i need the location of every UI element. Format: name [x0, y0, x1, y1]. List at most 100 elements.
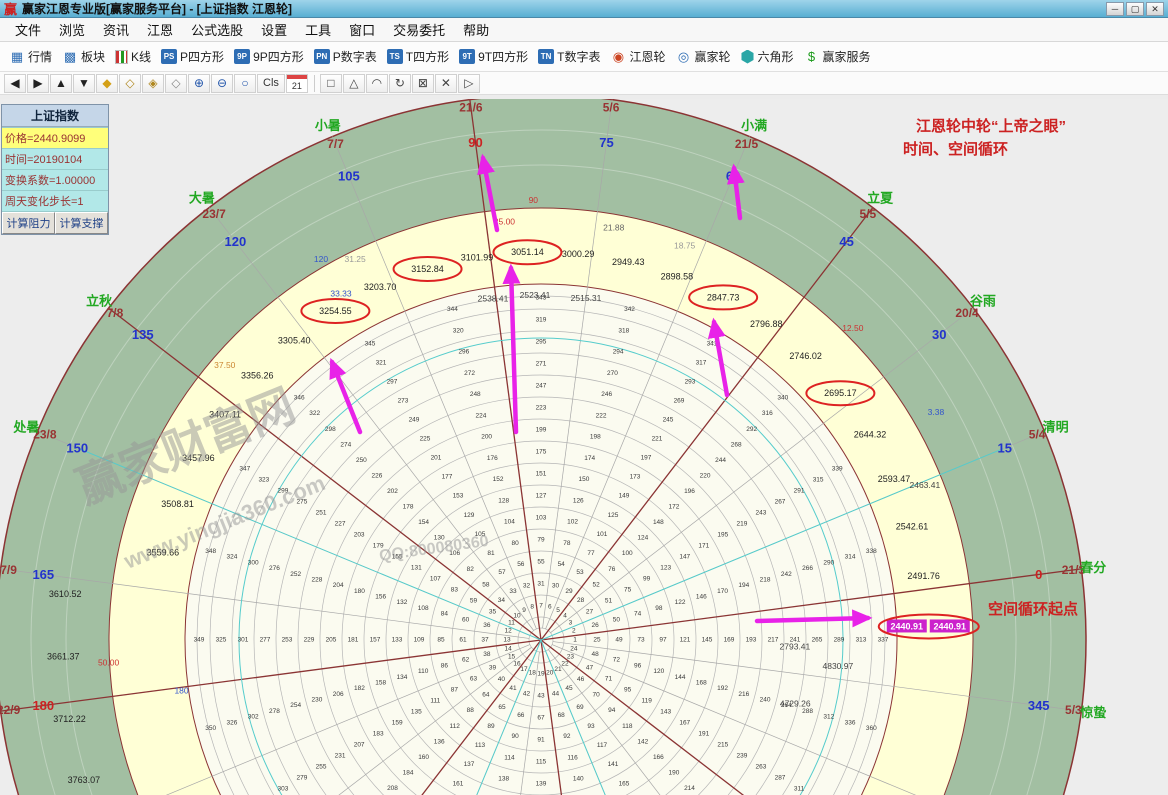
- svg-text:321: 321: [376, 359, 387, 366]
- svg-text:2515.31: 2515.31: [571, 293, 602, 303]
- menu-trade-order[interactable]: 交易委托: [384, 17, 454, 42]
- svg-text:72: 72: [613, 657, 621, 664]
- svg-text:28: 28: [577, 597, 585, 604]
- menu-file[interactable]: 文件: [6, 17, 50, 42]
- toolbar-item-sectors[interactable]: ▩板块: [57, 45, 110, 68]
- svg-text:345: 345: [1028, 698, 1050, 713]
- svg-text:246: 246: [601, 391, 612, 398]
- toolbar-item-p-square[interactable]: PSP四方形: [156, 45, 229, 68]
- svg-text:277: 277: [260, 637, 271, 644]
- svg-text:2491.76: 2491.76: [907, 571, 940, 581]
- svg-text:立夏: 立夏: [867, 191, 894, 206]
- tool-nav-right[interactable]: ▶: [27, 74, 49, 93]
- param-row-1[interactable]: 时间=20190104: [2, 148, 108, 169]
- menu-window[interactable]: 窗口: [340, 17, 384, 42]
- toolbar-item-winner-wheel[interactable]: ◎赢家轮: [670, 45, 735, 68]
- menu-formula-stock-pick[interactable]: 公式选股: [182, 17, 252, 42]
- menu-tools[interactable]: 工具: [296, 17, 340, 42]
- param-row-0[interactable]: 价格=2440.9099: [2, 127, 108, 148]
- sectors-label: 板块: [81, 48, 105, 65]
- kline-label: K线: [131, 48, 151, 65]
- svg-text:218: 218: [760, 576, 771, 583]
- tool-zoom-out[interactable]: ⊖: [211, 74, 233, 93]
- svg-text:128: 128: [498, 497, 509, 504]
- toolbar-item-gann-wheel[interactable]: ◉江恩轮: [605, 45, 670, 68]
- svg-text:68: 68: [558, 712, 566, 719]
- svg-text:22: 22: [561, 661, 569, 668]
- tool-cls-button[interactable]: Cls: [257, 74, 285, 93]
- winner-service-label: 赢家服务: [823, 48, 871, 65]
- svg-text:266: 266: [802, 565, 813, 572]
- svg-text:318: 318: [618, 327, 629, 334]
- toolbar-item-winner-service[interactable]: $赢家服务: [799, 45, 876, 68]
- tool-diamond-yellow[interactable]: ◆: [96, 74, 118, 93]
- tool-filter-tool[interactable]: ▼: [73, 74, 95, 93]
- svg-text:29: 29: [565, 588, 573, 595]
- tool-nav-left[interactable]: ◀: [4, 74, 26, 93]
- svg-text:时间、空间循环: 时间、空间循环: [903, 140, 1008, 158]
- toolbar-item-hexagon[interactable]: 六角形: [736, 45, 799, 68]
- tool-calendar-21[interactable]: 21: [286, 74, 308, 93]
- tool-magnifier[interactable]: ○: [234, 74, 256, 93]
- param-row-3[interactable]: 周天变化步长=1: [2, 190, 108, 211]
- svg-text:18.75: 18.75: [674, 240, 696, 250]
- svg-text:2847.73: 2847.73: [707, 292, 740, 302]
- svg-text:319: 319: [536, 317, 547, 324]
- svg-text:287: 287: [775, 775, 786, 782]
- minimize-button[interactable]: ─: [1106, 2, 1124, 16]
- tool-zoom-in[interactable]: ⊕: [188, 74, 210, 93]
- menu-gann[interactable]: 江恩: [138, 17, 182, 42]
- svg-text:5: 5: [556, 607, 560, 614]
- tool-arc-tool[interactable]: ◠: [366, 74, 388, 93]
- svg-text:21/5: 21/5: [735, 137, 759, 151]
- tool-pointer-tool[interactable]: ▲: [50, 74, 72, 93]
- maximize-button[interactable]: ▢: [1126, 2, 1144, 16]
- tool-cut-tool[interactable]: ✕: [435, 74, 457, 93]
- tool-diamond-half[interactable]: ◈: [142, 74, 164, 93]
- svg-text:90: 90: [468, 135, 482, 150]
- toolbar-item-p-number-table[interactable]: PNP数字表: [309, 45, 382, 68]
- svg-text:85: 85: [437, 637, 445, 644]
- tool-diamond-white[interactable]: ◇: [165, 74, 187, 93]
- svg-text:205: 205: [326, 637, 337, 644]
- tool-rect-tool[interactable]: □: [320, 74, 342, 93]
- svg-text:立秋: 立秋: [86, 293, 113, 308]
- svg-text:33.33: 33.33: [330, 289, 352, 299]
- toolbar-item-t-number-table[interactable]: TNT数字表: [533, 45, 605, 68]
- menu-browse[interactable]: 浏览: [50, 17, 94, 42]
- toolbar-item-9p-square[interactable]: 9P9P四方形: [229, 45, 309, 68]
- gann-wheel-canvas[interactable]: 1234567891011121314151617181920212223242…: [0, 99, 1168, 795]
- svg-text:2440.91: 2440.91: [890, 621, 923, 631]
- calc-support-button[interactable]: 计算支撑: [55, 212, 108, 234]
- svg-text:267: 267: [775, 499, 786, 506]
- tool-diamond-outline[interactable]: ◇: [119, 74, 141, 93]
- param-row-2[interactable]: 变换系数=1.00000: [2, 169, 108, 190]
- svg-text:220: 220: [700, 472, 711, 479]
- svg-text:227: 227: [335, 521, 346, 528]
- svg-text:239: 239: [736, 753, 747, 760]
- svg-text:45: 45: [839, 234, 853, 249]
- svg-text:191: 191: [698, 731, 709, 738]
- toolbar-item-quotes[interactable]: ▦行情: [4, 45, 57, 68]
- calc-resistance-button[interactable]: 计算阻力: [2, 212, 55, 234]
- close-button[interactable]: ✕: [1146, 2, 1164, 16]
- toolbar-item-t-square[interactable]: TST四方形: [382, 45, 454, 68]
- tool-triangle-tool[interactable]: △: [343, 74, 365, 93]
- menu-news[interactable]: 资讯: [94, 17, 138, 42]
- toolbar-item-9t-square[interactable]: 9T9T四方形: [454, 45, 533, 68]
- svg-text:349: 349: [194, 637, 205, 644]
- svg-text:293: 293: [685, 378, 696, 385]
- menu-help[interactable]: 帮助: [454, 17, 498, 42]
- tool-cursor-tool[interactable]: ▷: [458, 74, 480, 93]
- tool-select-tool[interactable]: ⊠: [412, 74, 434, 93]
- svg-text:14: 14: [505, 645, 513, 652]
- tool-rotate-tool[interactable]: ↻: [389, 74, 411, 93]
- menu-settings[interactable]: 设置: [252, 17, 296, 42]
- svg-text:4: 4: [563, 612, 567, 619]
- svg-text:2542.61: 2542.61: [896, 522, 929, 532]
- svg-text:252: 252: [290, 571, 301, 578]
- svg-text:313: 313: [856, 637, 867, 644]
- svg-text:15: 15: [508, 654, 516, 661]
- toolbar-item-kline[interactable]: K线: [110, 45, 156, 68]
- svg-text:69: 69: [576, 704, 584, 711]
